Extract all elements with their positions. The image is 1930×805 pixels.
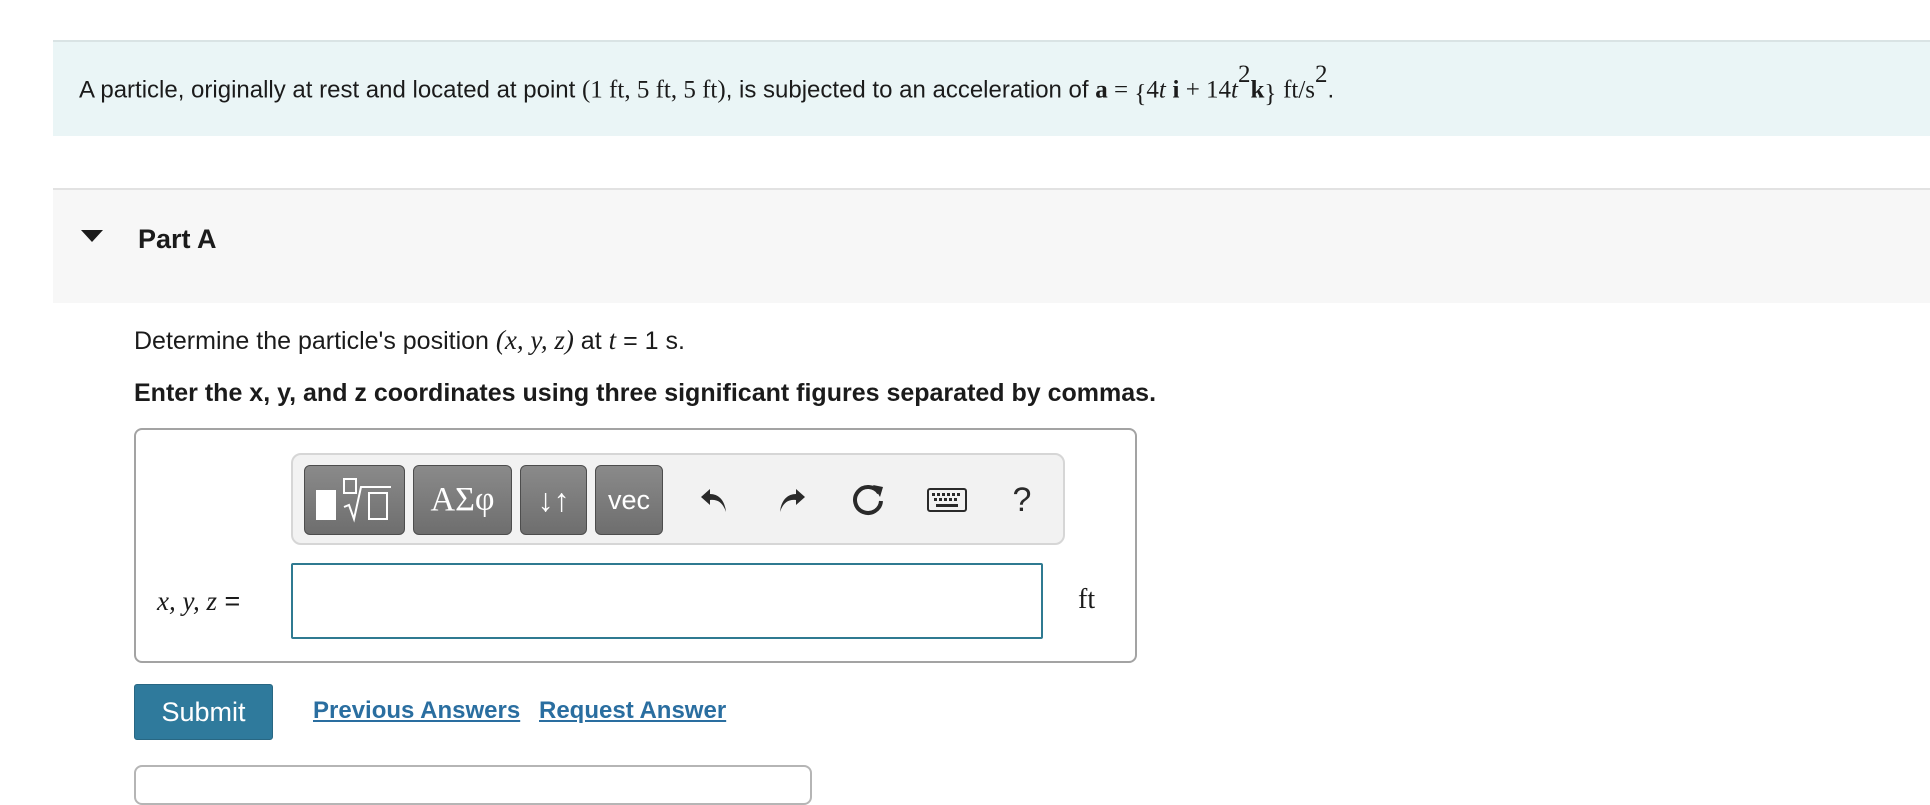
reset-icon[interactable] — [838, 472, 898, 528]
period: . — [1327, 76, 1335, 104]
feedback-box — [134, 765, 812, 805]
part-a-header[interactable]: Part A — [53, 188, 1930, 303]
previous-answers-link[interactable]: Previous Answers — [313, 697, 520, 725]
answer-label-eq: = — [217, 586, 241, 616]
accel-term-var: t — [1158, 76, 1166, 104]
answer-input[interactable] — [291, 563, 1043, 639]
problem-statement: A particle, originally at rest and locat… — [53, 40, 1930, 136]
accel-term-exponent: 2 — [1238, 61, 1251, 88]
question-text-part: at — [573, 327, 609, 355]
start-point: (1 ft, 5 ft, 5 ft) — [581, 76, 726, 104]
brace-open: { — [1134, 80, 1147, 108]
equals-sign: = — [1107, 76, 1135, 104]
brace-close: } — [1264, 80, 1277, 108]
question-text-part: Determine the particle's position — [134, 327, 496, 355]
question-text: Determine the particle's position (x, y,… — [134, 325, 685, 356]
undo-arrow-icon — [701, 489, 726, 512]
part-title: Part A — [138, 224, 217, 254]
accel-term-var: t — [1231, 76, 1238, 104]
answer-instruction: Enter the x, y, and z coordinates using … — [134, 379, 1157, 407]
collapse-caret-icon[interactable] — [81, 230, 103, 242]
question-text-part: = 1 s. — [616, 327, 685, 355]
answer-label: x, y, z = — [157, 586, 240, 617]
problem-text: A particle, originally at rest and locat… — [79, 62, 1335, 108]
reset-circle-icon — [853, 485, 883, 515]
accel-unit: ft/s — [1283, 76, 1316, 104]
keyboard-icon[interactable] — [917, 472, 977, 528]
answer-label-vars: x, y, z — [157, 586, 217, 616]
undo-icon[interactable] — [685, 472, 745, 528]
problem-text-part: A particle, originally at rest and locat… — [79, 76, 582, 104]
request-answer-link[interactable]: Request Answer — [539, 697, 726, 725]
problem-text-part: , is subjected to an acceleration of — [725, 76, 1096, 104]
time-variable: t — [608, 325, 617, 355]
accel-unit-exponent: 2 — [1315, 61, 1328, 88]
template-block-icon — [316, 490, 336, 520]
accel-term-coef: 4 — [1146, 76, 1159, 104]
accel-term-coef: 14 — [1206, 76, 1232, 104]
unit-vector-k: k — [1250, 76, 1265, 104]
answer-area: ΑΣφ ↓↑ vec ? x, y, z = ft — [134, 428, 1137, 663]
accel-symbol: a — [1095, 76, 1108, 104]
redo-arrow-icon — [780, 489, 805, 512]
subscript-superscript-button[interactable]: ↓↑ — [520, 465, 587, 535]
plus-sign: + — [1179, 76, 1207, 104]
templates-button[interactable] — [304, 465, 405, 535]
submit-button[interactable]: Submit — [134, 684, 273, 740]
sqrt-template-icon — [343, 478, 391, 523]
help-button[interactable]: ? — [992, 472, 1052, 528]
greek-symbols-button[interactable]: ΑΣφ — [413, 465, 512, 535]
vector-button[interactable]: vec — [595, 465, 663, 535]
answer-unit: ft — [1078, 584, 1096, 615]
position-coords: (x, y, z) — [495, 325, 574, 355]
math-toolbar: ΑΣφ ↓↑ vec ? — [291, 453, 1065, 545]
keyboard-glyph-icon — [927, 488, 967, 512]
redo-icon[interactable] — [761, 472, 821, 528]
